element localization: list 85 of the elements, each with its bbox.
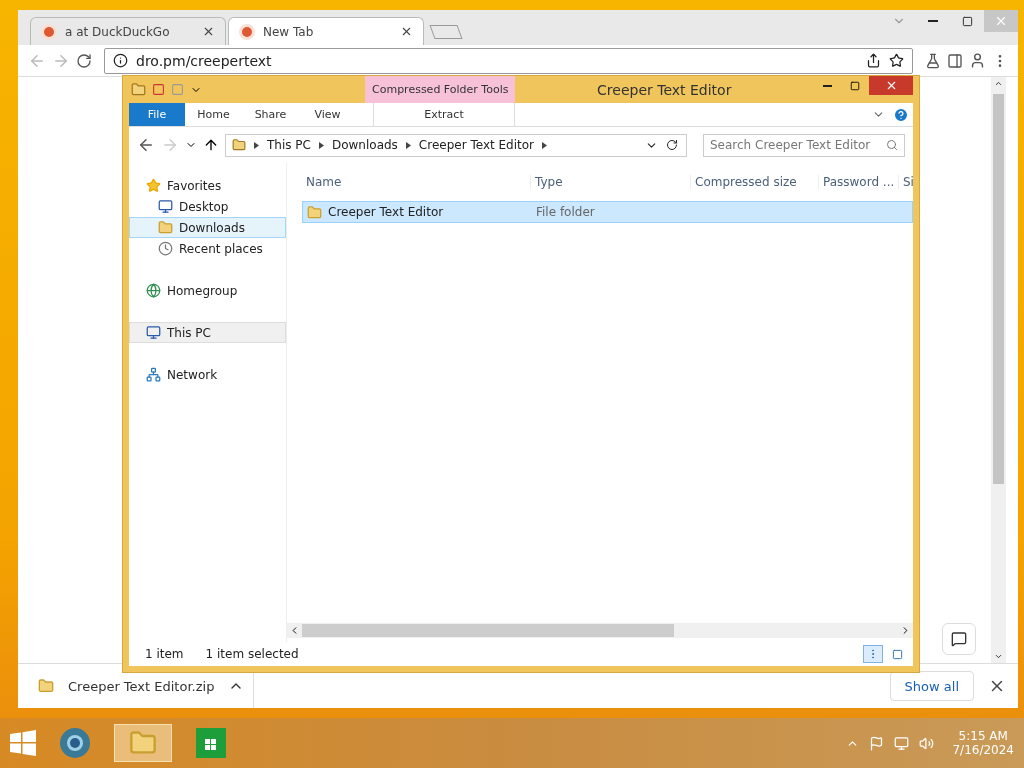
- duckduckgo-icon: [41, 23, 57, 40]
- breadcrumb-item[interactable]: Creeper Text Editor: [418, 138, 535, 152]
- folder-icon: [158, 220, 173, 235]
- back-icon[interactable]: [137, 136, 155, 154]
- folder-icon: [232, 138, 246, 152]
- chevron-icon: [542, 141, 548, 149]
- properties-icon[interactable]: [152, 83, 165, 96]
- close-icon: [994, 14, 1008, 28]
- address-bar[interactable]: This PC Downloads Creeper Text Editor: [225, 133, 687, 157]
- nav-item[interactable]: Recent places: [129, 238, 286, 259]
- reload-icon[interactable]: [76, 52, 92, 69]
- nav-item[interactable]: Favorites: [129, 175, 286, 196]
- monitor-icon: [158, 199, 173, 214]
- show-all-button[interactable]: Show all: [889, 671, 974, 701]
- contextual-tab-label: Compressed Folder Tools: [365, 76, 516, 103]
- column-header[interactable]: Compressed size: [691, 175, 819, 189]
- folder-icon: [307, 204, 322, 220]
- clock-date: 7/16/2024: [952, 743, 1014, 757]
- status-text: 1 item: [145, 647, 184, 661]
- folder-icon: [129, 729, 157, 757]
- nav-item[interactable]: Downloads: [129, 217, 286, 238]
- help-icon[interactable]: [893, 106, 909, 123]
- new-tab-button[interactable]: [429, 25, 463, 39]
- browser-tab[interactable]: New Tab: [228, 17, 424, 45]
- flask-icon[interactable]: [925, 52, 941, 69]
- ribbon-tab[interactable]: Extract: [373, 103, 515, 126]
- network-icon: [146, 367, 161, 382]
- windows-logo-icon[interactable]: [10, 730, 36, 756]
- file-name: Creeper Text Editor: [328, 205, 444, 219]
- share-icon[interactable]: [866, 53, 881, 68]
- clock-time: 5:15 AM: [958, 729, 1008, 743]
- maximize-icon: [961, 15, 973, 27]
- up-icon[interactable]: [203, 137, 219, 153]
- volume-icon[interactable]: [919, 735, 935, 751]
- close-icon[interactable]: [400, 25, 413, 38]
- close-icon[interactable]: [202, 25, 215, 38]
- star-icon[interactable]: [889, 53, 904, 68]
- clock-icon: [158, 241, 173, 256]
- scrollbar[interactable]: [991, 77, 1006, 663]
- nav-item[interactable]: This PC: [129, 322, 286, 343]
- address-field[interactable]: dro.pm/creepertext: [104, 47, 913, 74]
- scroll-down-icon[interactable]: [994, 652, 1003, 661]
- horizontal-scrollbar[interactable]: [287, 623, 913, 638]
- window-title: Creeper Text Editor: [596, 81, 733, 98]
- minimize-icon: [928, 20, 938, 22]
- refresh-icon[interactable]: [666, 139, 678, 151]
- status-text: 1 item selected: [205, 647, 299, 661]
- speech-bubble-icon: [951, 631, 967, 647]
- store-icon: [196, 728, 226, 758]
- search-icon: [886, 139, 898, 151]
- breadcrumb-item[interactable]: This PC: [267, 138, 311, 152]
- file-row[interactable]: Creeper Text Editor File folder: [302, 201, 913, 223]
- nav-item[interactable]: Homegroup: [129, 280, 286, 301]
- chevron-icon: [405, 141, 411, 149]
- column-header[interactable]: Name: [302, 175, 531, 189]
- star-icon: [146, 178, 161, 193]
- side-panel-icon[interactable]: [947, 52, 963, 69]
- nav-item[interactable]: Network: [129, 364, 286, 385]
- scroll-up-icon[interactable]: [994, 79, 1003, 88]
- chevron-icon: [318, 141, 324, 149]
- search-field[interactable]: Search Creeper Text Editor: [703, 133, 905, 157]
- column-header[interactable]: Type: [531, 175, 691, 189]
- flag-icon[interactable]: [869, 735, 885, 751]
- computer-icon: [146, 325, 161, 340]
- minimize-icon: [822, 84, 832, 87]
- maximize-icon: [850, 80, 860, 91]
- breadcrumb-item[interactable]: Downloads: [331, 138, 398, 152]
- browser-tab[interactable]: a at DuckDuckGo: [30, 17, 226, 45]
- ribbon-tab[interactable]: File: [129, 103, 185, 126]
- chevron-icon: [254, 141, 259, 149]
- download-filename[interactable]: Creeper Text Editor.zip: [68, 678, 215, 694]
- folder-icon[interactable]: [131, 82, 146, 97]
- browser-icon: [59, 727, 91, 759]
- duckduckgo-icon: [239, 23, 255, 40]
- homegroup-icon: [146, 283, 161, 298]
- feedback-button[interactable]: [942, 623, 976, 655]
- column-header[interactable]: Password ...: [819, 175, 899, 189]
- square-icon: [891, 648, 903, 660]
- file-type: File folder: [536, 205, 595, 219]
- info-icon: [113, 53, 128, 68]
- profile-icon[interactable]: [969, 52, 986, 69]
- column-header[interactable]: Si: [899, 175, 913, 189]
- nav-item[interactable]: Desktop: [129, 196, 286, 217]
- zip-folder-icon: [38, 678, 54, 694]
- network-icon[interactable]: [894, 735, 910, 751]
